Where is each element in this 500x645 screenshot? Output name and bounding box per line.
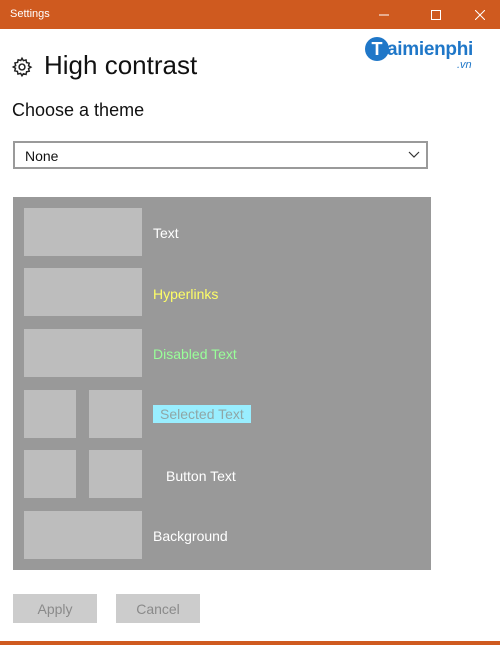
background-color-swatch[interactable] <box>24 511 142 559</box>
disabled-text-label: Disabled Text <box>153 346 237 362</box>
gear-icon <box>11 56 33 78</box>
minimize-button[interactable] <box>361 0 407 29</box>
theme-dropdown[interactable]: None <box>13 141 428 169</box>
cancel-button[interactable]: Cancel <box>116 594 200 623</box>
watermark-suffix: .vn <box>457 59 472 71</box>
close-icon <box>475 9 485 20</box>
maximize-button[interactable] <box>413 0 459 29</box>
title-bar: Settings <box>0 0 500 29</box>
window-bottom-border <box>0 641 500 645</box>
selected-text-foreground-swatch[interactable] <box>24 390 76 438</box>
text-color-swatch[interactable] <box>24 208 142 256</box>
background-label: Background <box>153 528 228 544</box>
theme-dropdown-value: None <box>25 148 59 164</box>
button-text-foreground-swatch[interactable] <box>24 450 76 498</box>
button-text-label: Button Text <box>166 468 236 484</box>
button-text-background-swatch[interactable] <box>89 450 142 498</box>
apply-button[interactable]: Apply <box>13 594 97 623</box>
watermark-logo-mark: T <box>365 37 389 61</box>
theme-preview-panel: Text Hyperlinks Disabled Text Selected T… <box>13 197 431 570</box>
selected-text-label: Selected Text <box>153 405 251 423</box>
theme-heading: Choose a theme <box>12 100 145 120</box>
chevron-down-icon <box>408 151 420 158</box>
watermark-text: aimienphi <box>387 39 473 60</box>
watermark-logo: T aimienphi .vn <box>365 35 490 71</box>
page-title: High contrast <box>44 50 198 80</box>
maximize-icon <box>431 9 441 20</box>
hyperlinks-color-swatch[interactable] <box>24 268 142 316</box>
minimize-icon <box>379 14 389 15</box>
hyperlinks-label: Hyperlinks <box>153 286 219 302</box>
window-title: Settings <box>10 8 50 20</box>
text-label: Text <box>153 225 179 241</box>
close-button[interactable] <box>457 0 500 29</box>
selected-text-background-swatch[interactable] <box>89 390 142 438</box>
disabled-text-color-swatch[interactable] <box>24 329 142 377</box>
